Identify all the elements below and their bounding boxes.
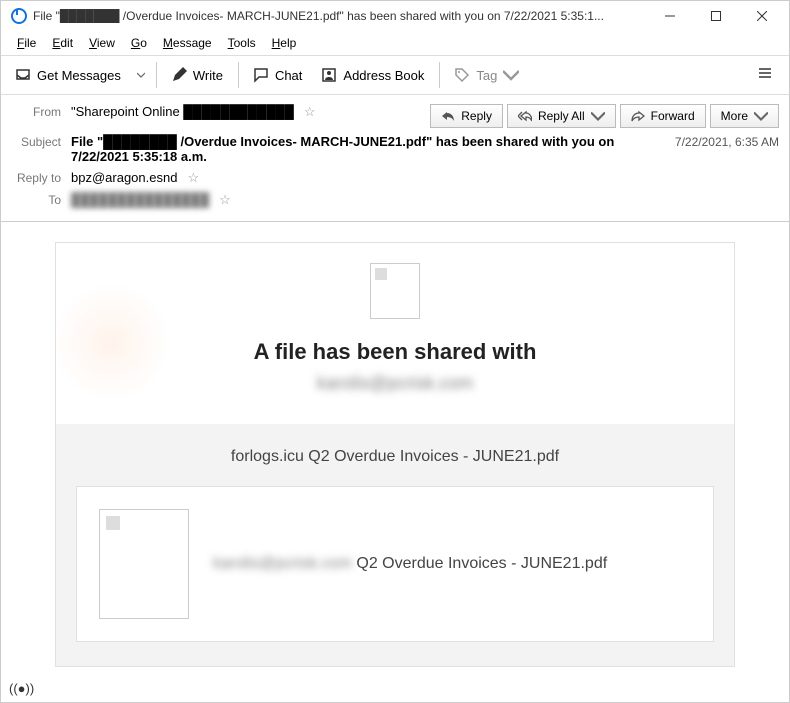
email-content: A file has been shared with karolis@pcri… [55,242,735,667]
shared-title: A file has been shared with [76,339,714,365]
subject-row: Subject File "████████ /Overdue Invoices… [11,131,779,167]
menu-message[interactable]: Message [155,34,220,52]
separator [439,62,440,88]
app-icon [11,8,27,24]
chat-button[interactable]: Chat [245,62,311,88]
star-icon[interactable]: ☆ [219,192,231,208]
file-card[interactable]: karolis@pcrisk.com Q2 Overdue Invoices -… [76,486,714,642]
file-desc-name: Q2 Overdue Invoices - JUNE21.pdf [352,555,607,572]
shared-email: karolis@pcrisk.com [76,373,714,394]
menu-view[interactable]: View [81,34,123,52]
file-thumbnail [99,509,189,619]
menu-go[interactable]: Go [123,34,155,52]
message-header: From "Sharepoint Online ████████████ ☆ R… [1,95,789,222]
more-label: More [721,109,748,123]
inbox-icon [15,67,31,83]
address-book-icon [321,67,337,83]
subject-label: Subject [11,134,71,149]
chevron-down-icon [503,67,519,83]
get-messages-dropdown[interactable] [132,71,150,79]
tag-label: Tag [476,68,497,83]
file-desc-email: karolis@pcrisk.com [213,555,352,572]
minimize-button[interactable] [647,1,693,31]
reply-all-button[interactable]: Reply All [507,104,616,128]
get-messages-label: Get Messages [37,68,121,83]
to-row: To ███████████████ ☆ [11,189,779,211]
forward-label: Forward [651,109,695,123]
chevron-down-icon [137,71,145,79]
star-icon[interactable]: ☆ [187,170,199,186]
star-icon[interactable]: ☆ [304,104,316,120]
close-button[interactable] [739,1,785,31]
file-section: forlogs.icu Q2 Overdue Invoices - JUNE21… [56,424,734,666]
app-menu-button[interactable] [747,60,783,91]
menu-file[interactable]: File [9,34,44,52]
address-book-button[interactable]: Address Book [313,62,433,88]
reply-to-value: bpz@aragon.esnd [71,170,177,185]
address-book-label: Address Book [343,68,424,83]
status-indicator: ((●)) [9,681,34,696]
window-title: File "███████ /Overdue Invoices- MARCH-J… [33,9,647,23]
file-description: karolis@pcrisk.com Q2 Overdue Invoices -… [213,555,607,573]
from-row: From "Sharepoint Online ████████████ ☆ R… [11,101,779,131]
separator [238,62,239,88]
tag-icon [454,67,470,83]
menu-edit[interactable]: Edit [44,34,81,52]
action-buttons: Reply Reply All Forward More [430,104,779,128]
separator [156,62,157,88]
reply-to-label: Reply to [11,170,71,185]
from-label: From [11,104,71,119]
chevron-down-icon [754,109,768,123]
to-value: ███████████████ [71,192,209,207]
file-name-center: forlogs.icu Q2 Overdue Invoices - JUNE21… [76,448,714,466]
subject-value: File "████████ /Overdue Invoices- MARCH-… [71,134,667,164]
timestamp: 7/22/2021, 6:35 AM [667,134,779,149]
message-body: A file has been shared with karolis@pcri… [1,222,789,687]
forward-button[interactable]: Forward [620,104,706,128]
write-label: Write [193,68,223,83]
file-icon-placeholder [370,263,420,319]
reply-label: Reply [461,109,492,123]
menu-help[interactable]: Help [264,34,305,52]
reply-all-label: Reply All [538,109,585,123]
maximize-button[interactable] [693,1,739,31]
shared-header-section: A file has been shared with karolis@pcri… [56,243,734,424]
forward-icon [631,109,645,123]
from-value: "Sharepoint Online ████████████ [71,104,294,119]
toolbar: Get Messages Write Chat Address Book Tag [1,55,789,95]
get-messages-button[interactable]: Get Messages [7,62,130,88]
menu-tools[interactable]: Tools [220,34,264,52]
reply-icon [441,109,455,123]
pencil-icon [171,67,187,83]
reply-all-icon [518,109,532,123]
tag-button[interactable]: Tag [446,62,528,88]
reply-button[interactable]: Reply [430,104,503,128]
write-button[interactable]: Write [163,62,232,88]
menubar: File Edit View Go Message Tools Help [1,31,789,55]
hamburger-icon [757,65,773,81]
chat-icon [253,67,269,83]
reply-to-row: Reply to bpz@aragon.esnd ☆ [11,167,779,189]
chevron-down-icon [591,109,605,123]
window-titlebar: File "███████ /Overdue Invoices- MARCH-J… [1,1,789,31]
to-label: To [11,192,71,207]
more-button[interactable]: More [710,104,779,128]
chat-label: Chat [275,68,302,83]
